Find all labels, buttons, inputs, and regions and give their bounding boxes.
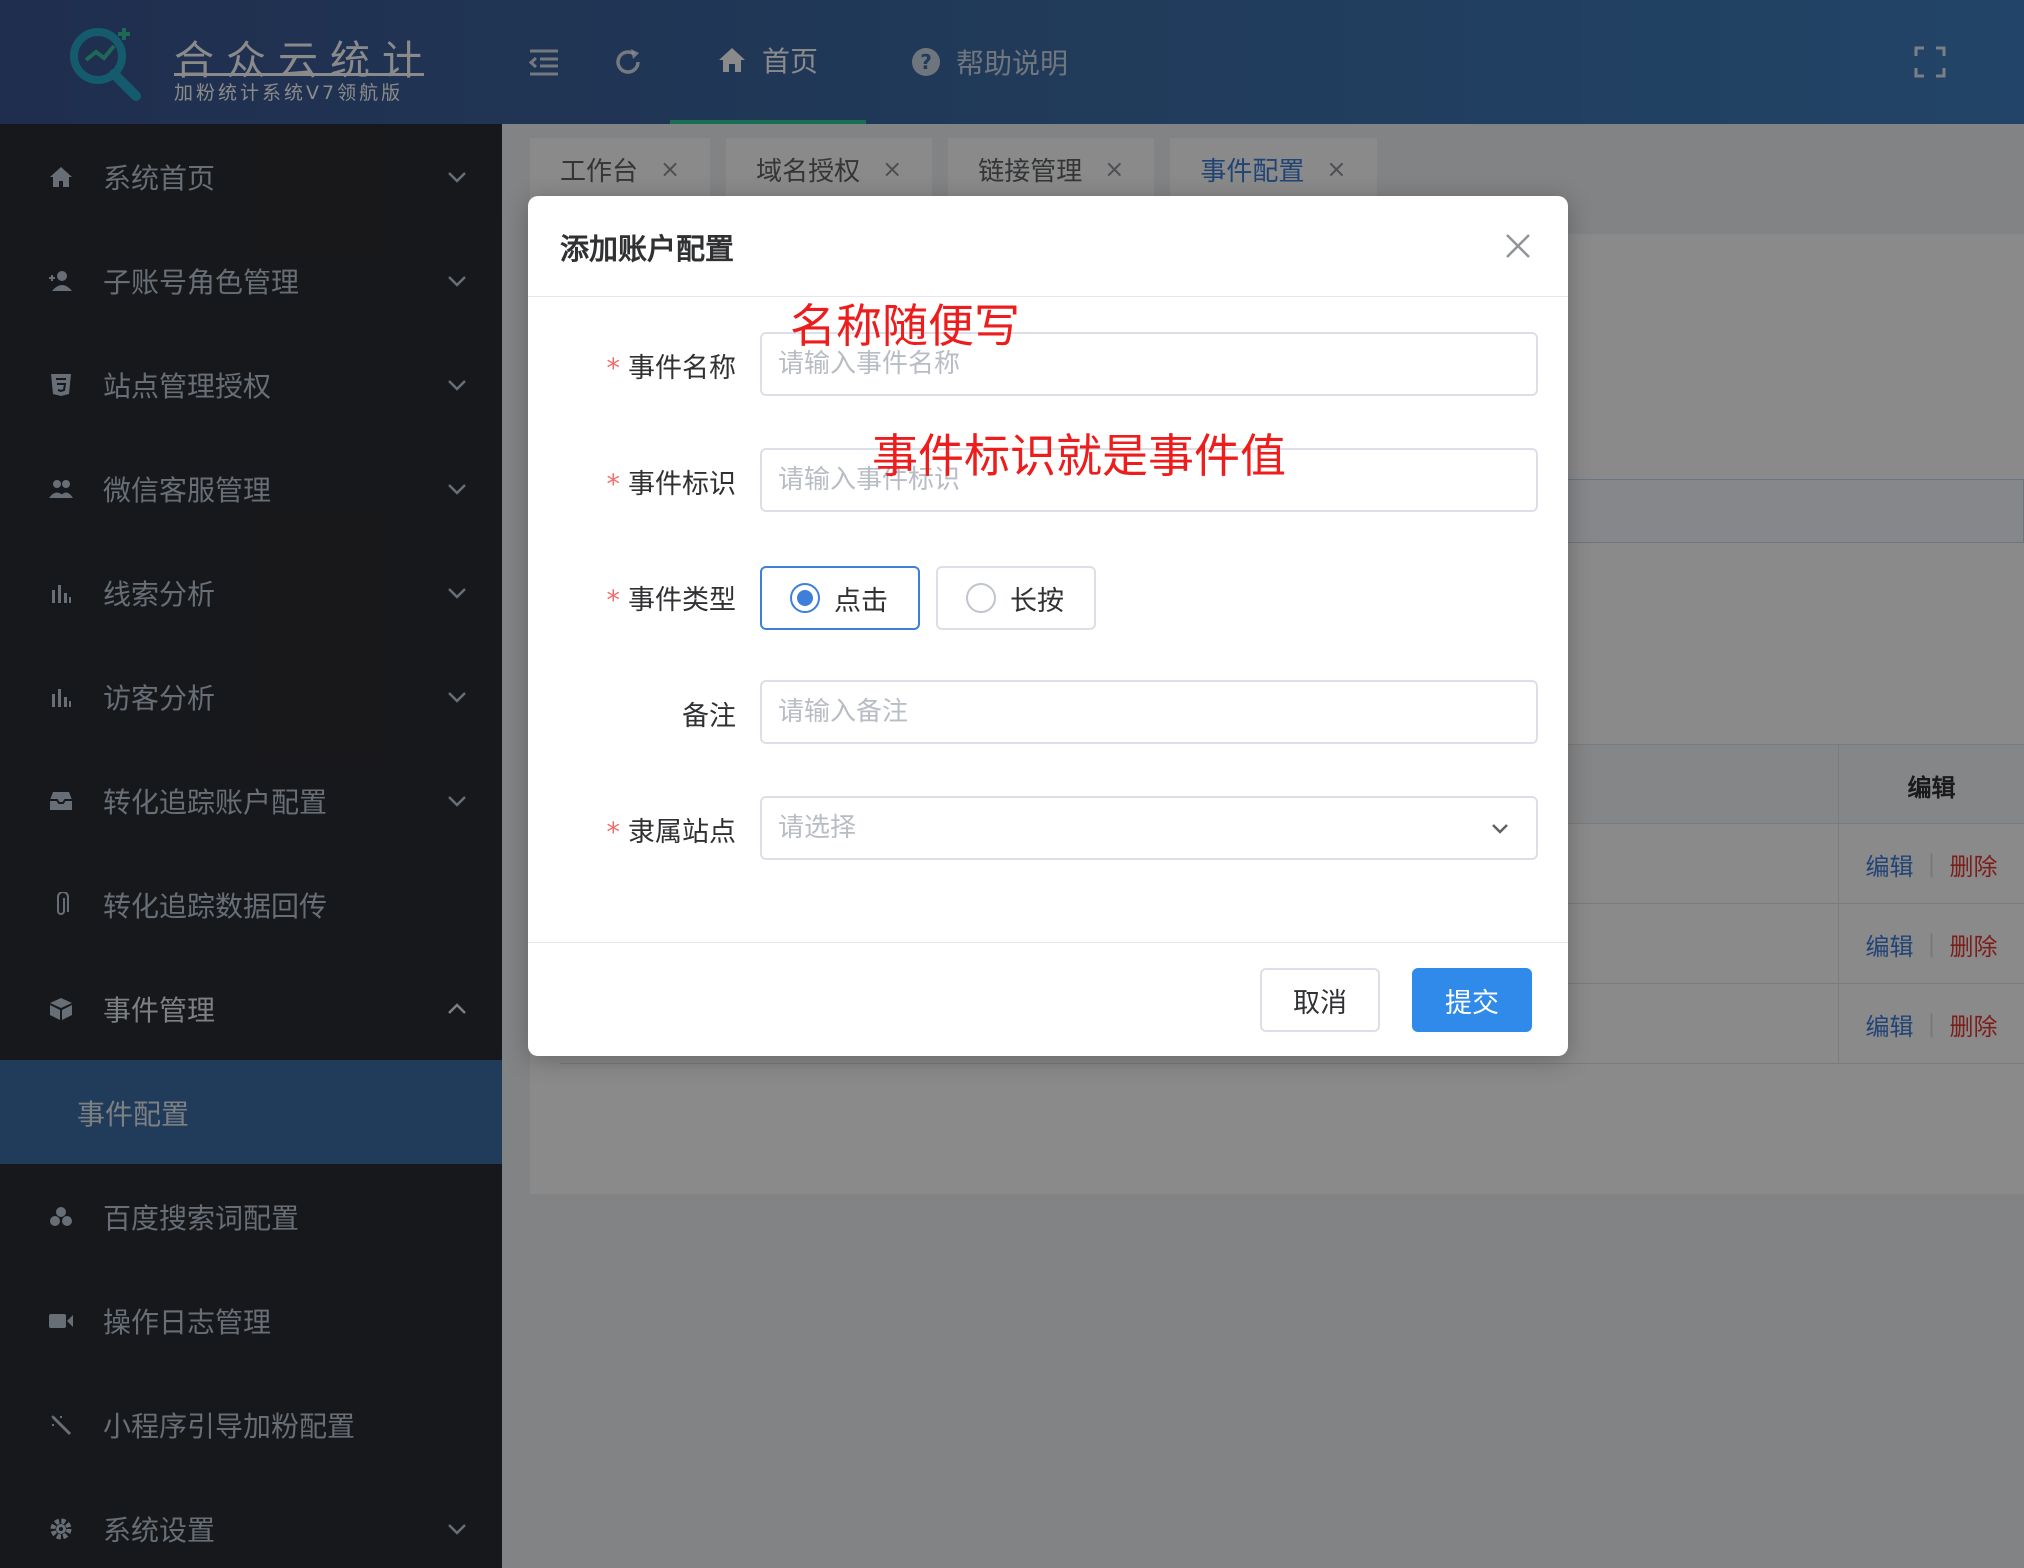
event-type-radio-click[interactable]: 点击 bbox=[760, 566, 920, 630]
site-label: * 隶属站点 bbox=[606, 817, 737, 848]
annotation-identifier-hint: 事件标识就是事件值 bbox=[872, 429, 1286, 483]
radio-label: 点击 bbox=[834, 585, 888, 617]
radio-label: 长按 bbox=[1010, 585, 1064, 617]
required-mark: * bbox=[606, 585, 621, 616]
radio-checked-icon bbox=[790, 583, 820, 613]
submit-button[interactable]: 提交 bbox=[1412, 968, 1532, 1032]
dialog-header-divider bbox=[528, 296, 1568, 297]
dialog-footer-divider bbox=[528, 942, 1568, 943]
site-select[interactable] bbox=[760, 796, 1538, 860]
add-event-dialog: 添加账户配置 *事件名称 *事件标识 *事件类型 点击 长按 备注 *隶属站点 … bbox=[528, 196, 1568, 1056]
required-mark: * bbox=[606, 817, 621, 848]
event-type-label: * 事件类型 bbox=[606, 585, 737, 616]
dialog-title: 添加账户配置 bbox=[560, 232, 735, 266]
event-identifier-label: * 事件标识 bbox=[606, 469, 737, 500]
required-mark: * bbox=[606, 353, 621, 384]
remark-input[interactable] bbox=[760, 680, 1538, 744]
radio-unchecked-icon bbox=[966, 583, 996, 613]
annotation-name-hint: 名称随便写 bbox=[790, 299, 1020, 353]
required-mark: * bbox=[606, 469, 621, 500]
event-type-radio-longpress[interactable]: 长按 bbox=[936, 566, 1096, 630]
close-icon[interactable] bbox=[1502, 230, 1534, 262]
cancel-button[interactable]: 取消 bbox=[1260, 968, 1380, 1032]
remark-label: 备注 bbox=[682, 701, 736, 732]
event-name-label: * 事件名称 bbox=[606, 353, 737, 384]
chevron-down-icon[interactable] bbox=[1488, 816, 1512, 840]
